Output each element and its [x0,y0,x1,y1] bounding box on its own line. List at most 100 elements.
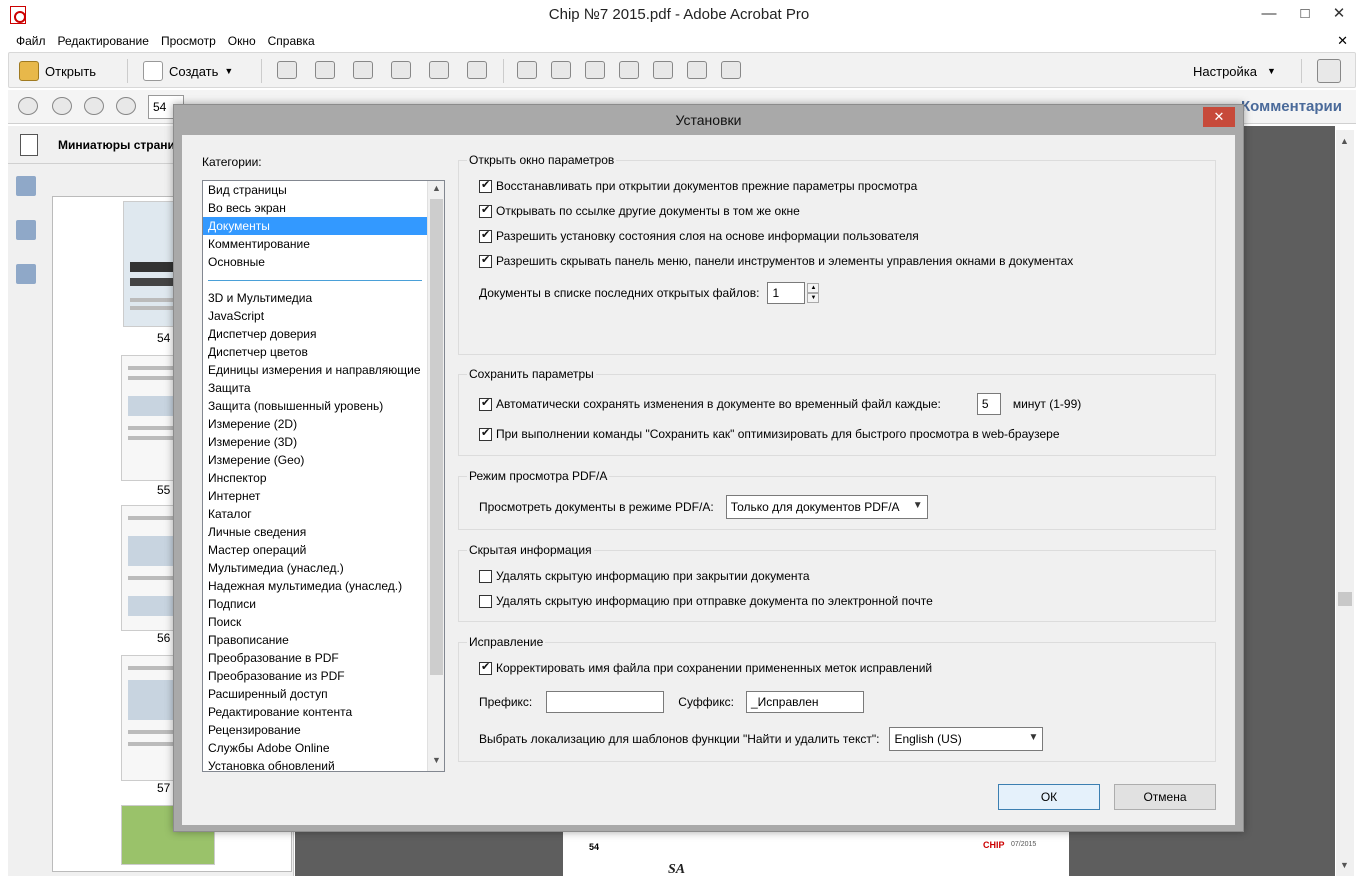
category-item[interactable]: Единицы измерения и направляющие [203,361,444,379]
recent-files-input[interactable]: 1 [767,282,806,304]
signature-icon[interactable] [16,264,36,284]
attachment-icon[interactable] [16,220,36,240]
suffix-input[interactable]: _Исправлен [745,691,864,713]
last-page-icon[interactable] [116,97,136,115]
layer-state-option[interactable]: Разрешить установку состояния слоя на ос… [479,228,919,243]
open-folder-icon[interactable] [277,61,297,79]
stepper-up-icon[interactable]: ▲ [807,283,820,293]
comment-icon[interactable] [551,61,571,79]
redact-icon[interactable] [721,61,741,79]
category-item[interactable]: Личные сведения [203,523,444,541]
scroll-down-icon[interactable]: ▼ [432,755,441,765]
category-item[interactable]: Надежная мультимедиа (унаслед.) [203,577,444,595]
category-item[interactable]: Службы Adobe Online [203,739,444,757]
correct-filename-option[interactable]: Корректировать имя файла при сохранении … [479,660,932,675]
category-item[interactable]: Правописание [203,631,444,649]
next-page-icon[interactable] [84,97,104,115]
remove-on-email-option[interactable]: Удалять скрытую информацию при отправке … [479,594,933,608]
ok-button[interactable]: ОК [998,784,1100,810]
checkbox[interactable] [479,228,492,243]
bookmark-icon[interactable] [16,176,36,196]
maximize-button[interactable]: □ [1290,2,1320,26]
close-document-button[interactable]: ✕ [1337,31,1348,51]
category-item[interactable]: Измерение (3D) [203,433,444,451]
open-button[interactable]: Открыть [19,59,96,83]
gear-icon[interactable] [517,61,537,79]
category-item[interactable]: Измерение (2D) [203,415,444,433]
category-item[interactable]: Преобразование из PDF [203,667,444,685]
checkbox[interactable] [479,396,492,411]
fast-web-view-option[interactable]: При выполнении команды "Сохранить как" о… [479,426,1060,441]
menu-window[interactable]: Окно [222,31,262,51]
checkbox[interactable] [479,426,492,441]
highlight-icon[interactable] [585,61,605,79]
previous-page-icon[interactable] [52,97,72,115]
upload-cloud-icon[interactable] [353,61,373,79]
category-item[interactable]: Поиск [203,613,444,631]
category-item[interactable]: Преобразование в PDF [203,649,444,667]
category-item[interactable]: Комментирование [203,235,444,253]
category-item[interactable]: Во весь экран [203,199,444,217]
scroll-up-icon[interactable]: ▲ [1340,136,1349,146]
category-item[interactable]: Измерение (Geo) [203,451,444,469]
category-item[interactable]: Расширенный доступ [203,685,444,703]
scroll-thumb[interactable] [1338,592,1352,606]
autosave-minutes-input[interactable]: 5 [976,393,1001,415]
category-item[interactable]: Защита [203,379,444,397]
prefix-input[interactable] [546,691,665,713]
pdfa-mode-select[interactable]: Только для документов PDF/A ▼ [725,495,928,519]
same-window-option[interactable]: Открывать по ссылке другие документы в т… [479,203,800,218]
category-item[interactable]: Вид страницы [203,181,444,199]
category-item[interactable]: Инспектор [203,469,444,487]
categories-list[interactable]: Вид страницы Во весь экран Документы Коммен… [202,180,445,772]
category-item[interactable]: 3D и Мультимедиа [203,289,444,307]
dialog-close-button[interactable]: ✕ [1203,107,1235,127]
first-page-icon[interactable] [18,97,38,115]
category-item[interactable]: Редактирование контента [203,703,444,721]
hide-menubar-option[interactable]: Разрешить скрывать панель меню, панели и… [479,253,1073,268]
restore-view-option[interactable]: Восстанавливать при открытии документов … [479,178,917,193]
checkbox[interactable] [479,660,492,675]
category-item[interactable]: Основные [203,253,444,271]
categories-scrollbar[interactable]: ▲ ▼ [427,181,444,771]
locale-select[interactable]: English (US) ▼ [889,727,1044,751]
pages-icon[interactable] [20,134,38,156]
category-item[interactable]: Документы [203,217,444,235]
category-item[interactable]: Каталог [203,505,444,523]
category-item[interactable]: Мультимедиа (унаслед.) [203,559,444,577]
checkbox[interactable] [479,594,492,608]
rotate-page-icon[interactable] [653,61,673,79]
create-button[interactable]: Создать ▼ [143,59,233,83]
category-item[interactable]: Диспетчер цветов [203,343,444,361]
checkbox[interactable] [479,178,492,193]
save-icon[interactable] [315,61,335,79]
remove-on-close-option[interactable]: Удалять скрытую информацию при закрытии … [479,569,810,583]
checkbox[interactable] [479,569,492,583]
scroll-down-icon[interactable]: ▼ [1340,860,1349,870]
scroll-up-icon[interactable]: ▲ [432,183,441,193]
category-item[interactable]: JavaScript [203,307,444,325]
delete-page-icon[interactable] [619,61,639,79]
document-scrollbar[interactable]: ▲ ▼ [1336,130,1354,876]
category-item[interactable]: Диспетчер доверия [203,325,444,343]
print-icon[interactable] [391,61,411,79]
customize-button[interactable]: Настройка ▼ [1193,59,1276,83]
menu-view[interactable]: Просмотр [155,31,222,51]
category-item[interactable]: Защита (повышенный уровень) [203,397,444,415]
recent-files-stepper[interactable]: ▲ ▼ [807,283,820,303]
minimize-button[interactable]: — [1254,2,1284,26]
category-item[interactable]: Установка обновлений [203,757,444,771]
stepper-down-icon[interactable]: ▼ [807,293,820,303]
menu-help[interactable]: Справка [262,31,321,51]
close-window-button[interactable]: ✕ [1324,2,1354,26]
category-item[interactable]: Мастер операций [203,541,444,559]
scroll-thumb[interactable] [430,199,443,675]
fullscreen-icon[interactable] [1317,59,1341,83]
menu-edit[interactable]: Редактирование [52,31,155,51]
extract-page-icon[interactable] [687,61,707,79]
category-item[interactable]: Подписи [203,595,444,613]
category-item[interactable]: Рецензирование [203,721,444,739]
cancel-button[interactable]: Отмена [1114,784,1216,810]
edit-icon[interactable] [429,61,449,79]
menu-file[interactable]: Файл [10,31,52,51]
